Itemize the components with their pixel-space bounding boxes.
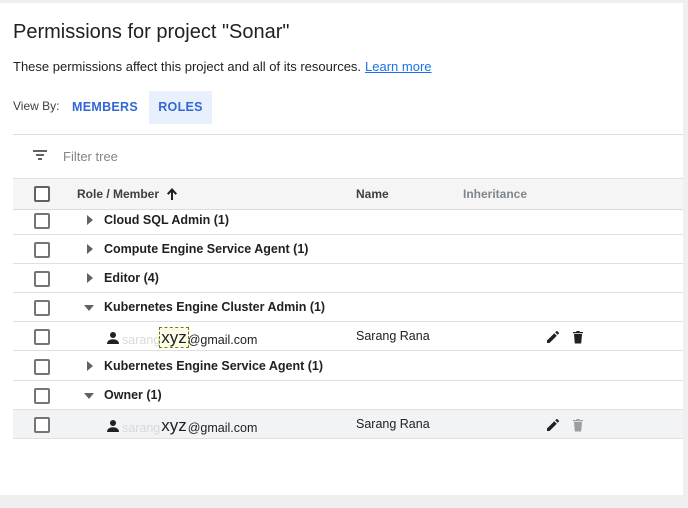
edit-icon[interactable] [545,417,561,433]
select-all-checkbox[interactable] [34,186,50,202]
column-inheritance: Inheritance [463,187,528,201]
delete-icon [573,419,583,432]
divider [13,134,683,135]
tab-members[interactable]: MEMBERS [65,91,145,124]
role-label: Kubernetes Engine Service Agent (1) [104,359,324,373]
row-checkbox[interactable] [34,242,50,258]
delete-icon[interactable] [570,329,586,345]
row-checkbox[interactable] [34,359,50,375]
role-label: Compute Engine Service Agent (1) [104,242,309,256]
role-label: Editor (4) [104,271,159,285]
table-row-role[interactable]: Kubernetes Engine Service Agent (1) [13,352,683,381]
member-email: sarangxyz@gmail.com [122,416,258,437]
person-icon [107,332,119,344]
column-role-member[interactable]: Role / Member [77,187,159,201]
row-checkbox[interactable] [34,388,50,404]
row-checkbox[interactable] [34,300,50,316]
table-row-role[interactable]: Editor (4) [13,264,683,293]
email-suffix: @gmail.com [187,333,258,347]
member-name: Sarang Rana [356,329,430,343]
subtitle-text: These permissions affect this project an… [13,59,362,74]
email-mask: xyz [159,327,189,348]
email-suffix: @gmail.com [187,421,258,435]
table-row-member[interactable]: sarangxyz@gmail.com Sarang Rana [13,410,683,439]
member-name: Sarang Rana [356,417,430,431]
caret-down-icon[interactable] [84,305,94,311]
arrow-up-icon[interactable] [165,187,179,201]
table-row-role[interactable]: Kubernetes Engine Cluster Admin (1) [13,293,683,322]
table-row-role[interactable]: Compute Engine Service Agent (1) [13,235,683,264]
view-by-label: View By: [13,99,60,113]
edit-icon[interactable] [545,329,561,345]
page-title: Permissions for project "Sonar" [13,21,290,43]
role-label: Kubernetes Engine Cluster Admin (1) [104,300,326,314]
email-prefix: sarang [122,333,161,347]
member-email: sarangxyz@gmail.com [122,327,258,349]
caret-right-icon[interactable] [87,361,93,371]
tab-roles[interactable]: ROLES [149,91,212,124]
role-label: Owner (1) [104,388,162,402]
caret-right-icon[interactable] [87,273,93,283]
role-label: Cloud SQL Admin (1) [104,213,229,227]
table-row-role[interactable]: Owner (1) [13,381,683,410]
learn-more-link[interactable]: Learn more [365,59,431,74]
email-prefix: sarang [122,421,161,435]
filter-input[interactable] [56,145,363,167]
person-icon [107,420,119,432]
caret-down-icon[interactable] [84,393,94,399]
page-subtitle: These permissions affect this project an… [13,59,432,74]
filter-icon[interactable] [33,149,49,163]
row-checkbox[interactable] [34,329,50,345]
column-name: Name [356,187,389,201]
row-checkbox[interactable] [34,417,50,433]
permissions-panel: Permissions for project "Sonar" These pe… [0,3,683,495]
table-row-member[interactable]: sarangxyz@gmail.com Sarang Rana [13,322,683,351]
caret-right-icon[interactable] [87,244,93,254]
row-checkbox[interactable] [34,271,50,287]
row-checkbox[interactable] [34,213,50,229]
table-row-role[interactable]: Cloud SQL Admin (1) [13,206,683,235]
caret-right-icon[interactable] [87,215,93,225]
email-mask: xyz [161,416,187,435]
